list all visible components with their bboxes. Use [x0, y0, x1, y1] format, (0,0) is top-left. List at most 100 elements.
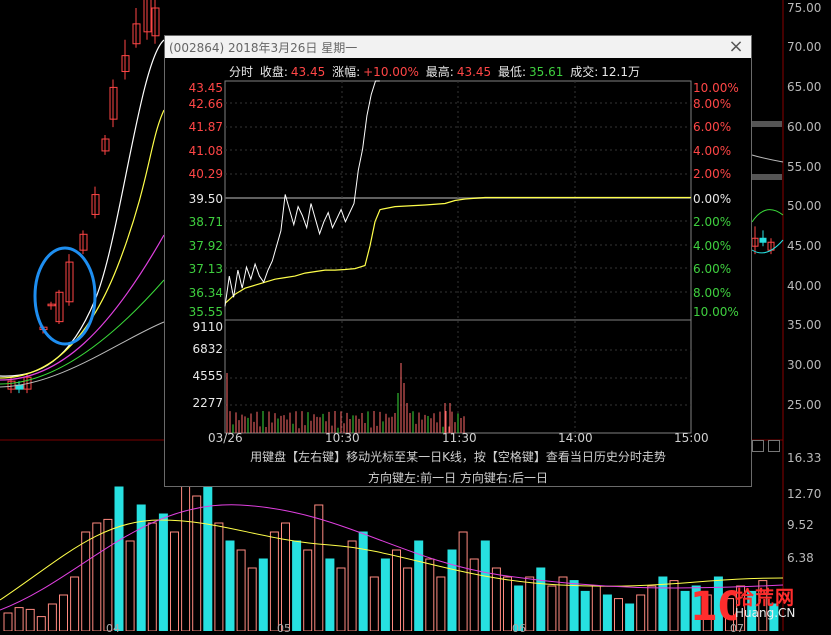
price-label: 39.50 — [188, 192, 223, 206]
high-value: 43.45 — [456, 65, 492, 79]
volume-axis-label: 16.33 — [787, 451, 822, 465]
volume-bar — [181, 468, 191, 631]
high-label: 最高: — [425, 65, 454, 79]
scroll-marker — [752, 174, 782, 180]
intraday-price-line — [224, 80, 380, 307]
volume-bar — [536, 567, 546, 631]
percent-label: 4.00% — [693, 144, 732, 158]
panel-toggle-button[interactable] — [768, 440, 780, 452]
close-label: 收盘: — [259, 65, 288, 79]
date-label: 04 — [106, 622, 120, 635]
highlight-circle — [33, 246, 97, 346]
volume-bar — [125, 540, 135, 631]
percent-label: 2.00% — [693, 215, 732, 229]
volume-bar — [325, 558, 335, 631]
percent-label: 10.00% — [693, 81, 739, 95]
price-axis-label: 75.00 — [787, 1, 822, 15]
price-label: 41.08 — [188, 144, 223, 158]
volume-bar — [392, 549, 401, 631]
intraday-popup: (002864) 2018年3月26日 星期一 × 分时 收盘: 43.45 涨… — [164, 35, 752, 487]
time-label: 15:00 — [674, 431, 709, 445]
volume-bar — [14, 607, 24, 631]
volume-bar — [170, 531, 179, 631]
percent-label: 8.00% — [693, 286, 732, 300]
volume-bar — [547, 585, 557, 631]
volume-bar — [136, 504, 146, 631]
change-label: 涨幅: — [332, 65, 361, 79]
volume-bar — [503, 576, 512, 631]
percent-label: 8.00% — [693, 97, 732, 111]
volume-bar — [114, 486, 124, 631]
volume-bar — [569, 580, 579, 631]
volume-label: 2277 — [192, 396, 223, 410]
volume-bar — [292, 540, 302, 631]
volume-bar — [436, 576, 446, 631]
percent-label: 10.00% — [693, 305, 739, 319]
volume-axis-label: 6.38 — [787, 551, 814, 565]
price-axis-label: 40.00 — [787, 279, 822, 293]
time-label: 11:30 — [442, 431, 477, 445]
volume-bar — [614, 598, 623, 631]
date-label: 06 — [512, 622, 526, 635]
price-label: 40.29 — [188, 167, 223, 181]
volume-bar — [358, 531, 368, 631]
volume-bar — [247, 567, 257, 631]
price-label: 42.66 — [188, 97, 223, 111]
price-axis-label: 35.00 — [787, 318, 822, 332]
ma-line — [751, 154, 784, 163]
volume-value: 12.1万 — [601, 65, 641, 79]
ma-line — [751, 209, 784, 223]
volume-bar — [258, 558, 268, 631]
price-axis-label: 55.00 — [787, 160, 822, 174]
percent-label: 0.00% — [693, 192, 732, 206]
volume-bar — [203, 486, 213, 631]
volume-bar — [336, 567, 346, 631]
price-label: 41.87 — [188, 120, 223, 134]
volume-bar — [636, 594, 646, 631]
volume-bar — [36, 616, 46, 631]
volume-bar — [225, 540, 235, 631]
volume-bar — [347, 540, 357, 631]
percent-label: 2.00% — [693, 167, 732, 181]
ma5-line — [0, 39, 165, 377]
price-axis-label: 50.00 — [787, 199, 822, 213]
percent-label: 6.00% — [693, 120, 732, 134]
panel-toggle-button[interactable] — [752, 440, 764, 452]
volume-bar — [591, 585, 601, 631]
price-axis-label: 45.00 — [787, 239, 822, 253]
price-label: 35.55 — [188, 305, 223, 319]
change-value: +10.00% — [363, 65, 419, 79]
volume-bar — [647, 585, 657, 631]
info-bar: 分时 收盘: 43.45 涨幅: +10.00% 最高: 43.45 最低: 35.61… — [229, 63, 643, 80]
price-axis-label: 65.00 — [787, 80, 822, 94]
keyboard-hint: 用键盘【左右键】移动光标至某一日K线，按【空格键】查看当日历史分时走势 — [250, 450, 666, 464]
volume-bars — [0, 468, 784, 631]
logo-number: 10 — [690, 584, 736, 628]
volume-bar — [602, 594, 612, 631]
volume-label: 9110 — [192, 320, 223, 334]
intraday-volume-bars — [226, 363, 465, 433]
volume-bar — [458, 531, 468, 631]
close-value: 43.45 — [290, 65, 326, 79]
price-axis-label: 25.00 — [787, 398, 822, 412]
volume-bar — [192, 495, 202, 631]
volume-bar — [92, 522, 102, 631]
volume-bar — [658, 576, 668, 631]
volume-bar — [625, 603, 635, 631]
price-label: 38.71 — [188, 215, 223, 229]
volume-bar — [425, 558, 435, 631]
watermark-sub: Huang.CN — [735, 606, 796, 620]
volume-bar — [314, 504, 324, 631]
volume-bar — [303, 549, 313, 631]
volume-bar — [480, 540, 490, 631]
price-label: 36.34 — [188, 286, 223, 300]
volume-bar — [525, 576, 535, 631]
volume-bar — [3, 612, 13, 631]
volume-bar — [580, 590, 590, 631]
low-label: 最低: — [498, 65, 527, 79]
time-label: 10:30 — [325, 431, 360, 445]
volume-bar — [147, 522, 157, 631]
price-axis-label: 30.00 — [787, 358, 822, 372]
volume-axis-label: 12.70 — [787, 487, 822, 501]
arrow-key-hint: 方向键左:前一日 方向键右:后一日 — [368, 471, 548, 485]
